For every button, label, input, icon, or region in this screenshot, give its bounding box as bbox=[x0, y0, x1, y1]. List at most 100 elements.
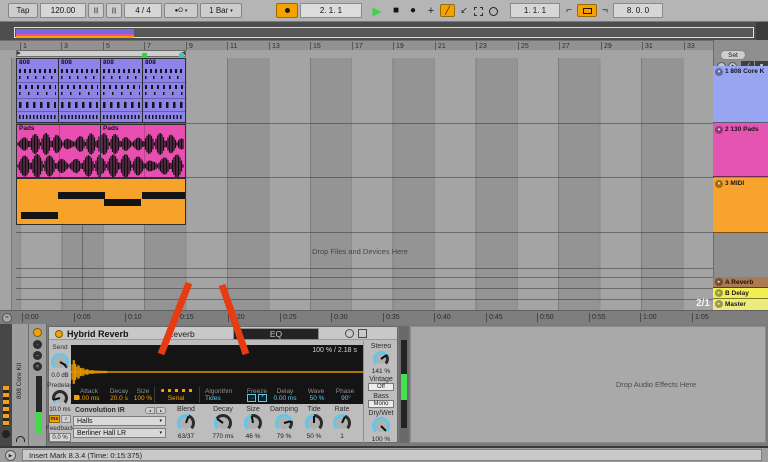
status-play-icon[interactable]: ▶ bbox=[5, 450, 16, 461]
attack-value[interactable]: 0.00 ms bbox=[73, 395, 103, 402]
blend-knob[interactable] bbox=[177, 414, 195, 432]
back-to-arrangement-icon[interactable]: ↙ bbox=[457, 2, 471, 19]
stereo-value[interactable]: 141 % bbox=[364, 368, 398, 375]
predelay-value[interactable]: 10.0 ms bbox=[45, 407, 75, 413]
overview-viewport-frame[interactable] bbox=[14, 27, 754, 38]
ir-file-dropdown[interactable]: Berliner Hall LR ▾ bbox=[73, 428, 166, 438]
vintage-switch[interactable]: Off bbox=[368, 383, 394, 391]
device-track-strip[interactable]: 808 Core Kit bbox=[12, 324, 29, 446]
routing-selector[interactable]: Serial bbox=[159, 395, 193, 402]
nudge-up-button[interactable]: ||| bbox=[106, 3, 122, 18]
midi-note[interactable] bbox=[104, 199, 141, 206]
arm-button[interactable]: − bbox=[33, 351, 42, 360]
hot-swap-icon[interactable] bbox=[345, 329, 354, 338]
groove-amount-button[interactable]: ●O ▾ bbox=[164, 3, 198, 18]
track-activator-led[interactable] bbox=[33, 328, 42, 337]
damping-knob-value[interactable]: 79 % bbox=[267, 433, 301, 440]
stop-button[interactable]: ■ bbox=[388, 2, 404, 19]
tab-eq[interactable]: EQ bbox=[233, 328, 319, 340]
time-signature-field[interactable]: 4 / 4 bbox=[124, 3, 162, 18]
fold-arrow-icon[interactable]: ▾ bbox=[715, 180, 723, 188]
return-header-reverb[interactable]: ▸ A Reverb bbox=[713, 277, 768, 288]
decay-value[interactable]: 20.0 s bbox=[107, 395, 131, 402]
blend-value[interactable]: 63/37 bbox=[169, 433, 203, 440]
device-drop-zone[interactable]: Drop Audio Effects Here bbox=[410, 326, 766, 443]
loop-start-handle[interactable] bbox=[17, 51, 21, 55]
track-header-midi[interactable]: ▾ 3 MIDI bbox=[713, 178, 768, 233]
midi-note[interactable] bbox=[21, 212, 58, 219]
draw-mode-button[interactable]: ╱ bbox=[440, 4, 455, 17]
loop-length-field[interactable]: 8. 0. 0 bbox=[613, 3, 663, 18]
midi-clip-808[interactable]: 808 bbox=[58, 58, 101, 123]
algorithm-selector[interactable]: Tides bbox=[205, 395, 235, 402]
tempo-field[interactable]: 120.00 bbox=[40, 3, 86, 18]
ir-prev-button[interactable]: ◂ bbox=[145, 407, 155, 414]
tab-reverb[interactable]: Reverb bbox=[141, 328, 221, 340]
midi-clip-808[interactable]: 808 bbox=[142, 58, 186, 123]
phase-value[interactable]: 90° bbox=[335, 395, 357, 402]
damping-knob[interactable] bbox=[275, 414, 293, 432]
punch-out-icon[interactable]: ¬ bbox=[599, 2, 611, 19]
play-circle-icon[interactable]: ▸ bbox=[715, 278, 723, 286]
size-knob-value[interactable]: 46 % bbox=[236, 433, 270, 440]
audio-clip-pads[interactable]: Pads bbox=[16, 124, 101, 178]
size-knob[interactable] bbox=[244, 414, 262, 432]
device-activator-led[interactable] bbox=[55, 329, 63, 338]
delay-value[interactable]: 0.00 ms bbox=[269, 395, 301, 402]
rate-knob[interactable] bbox=[333, 414, 351, 432]
midi-capture-icon[interactable] bbox=[489, 7, 498, 16]
audio-clip-pads[interactable]: Pads bbox=[100, 124, 186, 178]
return-header-delay[interactable]: ▸ B Delay bbox=[713, 288, 768, 299]
dry-wet-knob[interactable] bbox=[372, 417, 390, 435]
set-locator-button[interactable]: Set bbox=[720, 50, 746, 60]
save-preset-icon[interactable] bbox=[358, 329, 367, 338]
nudge-down-button[interactable]: ||| bbox=[88, 3, 104, 18]
track-header-808[interactable]: ▾ 1 808 Core K bbox=[713, 66, 768, 123]
follow-button[interactable] bbox=[276, 3, 298, 18]
midi-clip-808[interactable]: 808 bbox=[100, 58, 143, 123]
midi-note[interactable] bbox=[58, 192, 105, 199]
tide-knob[interactable] bbox=[305, 414, 323, 432]
fold-arrow-icon[interactable]: ▾ bbox=[715, 126, 723, 134]
midi-clip-long[interactable] bbox=[16, 178, 186, 225]
punch-in-icon[interactable]: ⌐ bbox=[563, 2, 575, 19]
freeze-button[interactable]: * bbox=[258, 394, 267, 402]
wave-value[interactable]: 50 % bbox=[305, 395, 329, 402]
predelay-knob[interactable] bbox=[52, 390, 68, 406]
record-button[interactable]: ● bbox=[405, 2, 421, 19]
midi-note[interactable] bbox=[142, 192, 185, 199]
decay-knob-value[interactable]: 770 ms bbox=[206, 433, 240, 440]
monitor-button[interactable]: × bbox=[33, 362, 42, 371]
dry-wet-value[interactable]: 100 % bbox=[364, 436, 398, 443]
freeze-in-button[interactable]: → bbox=[247, 394, 256, 402]
stereo-knob[interactable] bbox=[373, 351, 389, 367]
ms-mode-button[interactable]: ms bbox=[49, 415, 60, 423]
bass-mono-switch[interactable]: Mono bbox=[368, 400, 394, 408]
play-button[interactable]: ▶ bbox=[368, 2, 386, 19]
fold-arrow-icon[interactable]: ▾ bbox=[715, 68, 723, 76]
size-value[interactable]: 100 % bbox=[131, 395, 155, 402]
loop-start-field[interactable]: 1. 1. 1 bbox=[510, 3, 560, 18]
solo-button[interactable]: ◦ bbox=[33, 340, 42, 349]
loop-button[interactable] bbox=[577, 4, 597, 17]
decay-knob[interactable] bbox=[214, 414, 232, 432]
device-title-bar[interactable]: Hybrid Reverb Reverb EQ bbox=[49, 327, 397, 340]
beat-time-ruler[interactable]: 1 3 5 7 9 11 13 15 17 19 21 23 25 27 29 … bbox=[0, 40, 768, 51]
arrangement-overview[interactable] bbox=[0, 22, 768, 40]
loop-brace[interactable] bbox=[16, 50, 186, 57]
reverb-display[interactable]: 100 % / 2.18 s Attack 0.00 ms Decay 20.0… bbox=[71, 345, 363, 404]
ir-next-button[interactable]: ▸ bbox=[156, 407, 166, 414]
feedback-field[interactable]: 0.0 % bbox=[49, 433, 71, 442]
time-ruler[interactable]: ≈ 0:00 0:05 0:10 0:15 0:20 0:25 0:30 0:3… bbox=[0, 310, 768, 324]
track-header-pads[interactable]: ▾ 2 130 Pads bbox=[713, 124, 768, 177]
play-circle-icon[interactable]: ▸ bbox=[715, 300, 723, 308]
ir-category-dropdown[interactable]: Halls ▾ bbox=[73, 416, 166, 426]
sync-mode-button[interactable]: ♪ bbox=[61, 415, 71, 423]
new-midi-button[interactable]: + bbox=[424, 2, 438, 19]
rate-knob-value[interactable]: 1 bbox=[325, 433, 359, 440]
selection-box-icon[interactable] bbox=[474, 7, 483, 16]
play-circle-icon[interactable]: ▸ bbox=[715, 289, 723, 297]
midi-clip-808[interactable]: 808 bbox=[16, 58, 59, 123]
send-knob[interactable] bbox=[51, 353, 69, 371]
master-track-header[interactable]: ▸ Master bbox=[713, 299, 768, 310]
